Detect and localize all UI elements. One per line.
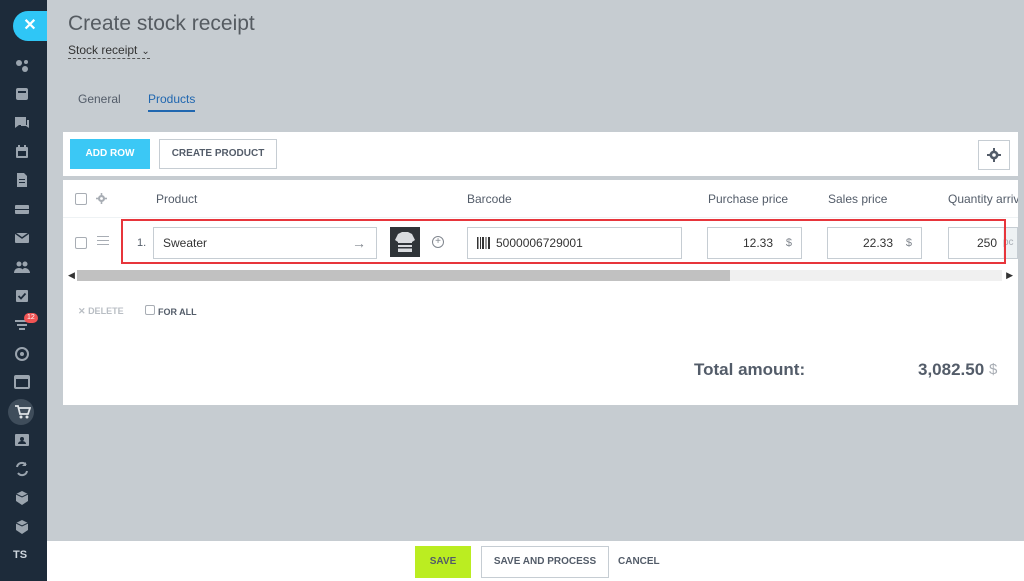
tab-products[interactable]: Products: [148, 92, 195, 106]
close-icon[interactable]: ✕: [13, 11, 47, 41]
box-icon[interactable]: [13, 489, 31, 507]
doc-type-selector[interactable]: Stock receipt ⌄: [68, 43, 150, 59]
target-icon[interactable]: [13, 345, 31, 363]
header-sales-price[interactable]: Sales price: [828, 192, 887, 206]
delete-label: DELETE: [88, 306, 124, 316]
drive-icon[interactable]: [13, 200, 31, 218]
for-all-checkbox[interactable]: [145, 305, 155, 315]
header-product[interactable]: Product: [156, 192, 197, 206]
chevron-down-icon: ⌄: [141, 46, 150, 57]
user-avatar[interactable]: TS: [13, 549, 27, 561]
left-sidebar: ✕ 12 TS: [0, 0, 47, 581]
create-product-button[interactable]: CREATE PRODUCT: [159, 139, 277, 169]
product-toolbar: ADD ROW CREATE PRODUCT: [63, 132, 1018, 176]
save-button[interactable]: SAVE: [415, 546, 471, 578]
save-and-process-button[interactable]: SAVE AND PROCESS: [481, 546, 609, 578]
box-icon[interactable]: [13, 518, 31, 536]
doc-type-label: Stock receipt: [68, 43, 138, 57]
page-title: Create stock receipt: [68, 12, 255, 35]
total-currency: $: [989, 361, 998, 378]
tab-general[interactable]: General: [78, 92, 121, 106]
total-amount-value: 3,082.50: [918, 360, 985, 379]
header-purchase-price[interactable]: Purchase price: [708, 192, 788, 206]
tasks-icon[interactable]: [13, 287, 31, 305]
cancel-button[interactable]: CANCEL: [618, 556, 660, 567]
contact-card-icon[interactable]: [13, 431, 31, 449]
for-all-label: FOR ALL: [158, 307, 197, 317]
row-checkbox[interactable]: [75, 237, 87, 249]
settings-button[interactable]: [978, 140, 1010, 170]
grid-header: Product Barcode Purchase price Sales pri…: [63, 180, 1018, 218]
total-amount-label: Total amount:: [694, 360, 806, 379]
scroll-thumb[interactable]: [77, 270, 730, 281]
sync-icon[interactable]: [13, 460, 31, 478]
calendar-icon[interactable]: [13, 143, 31, 161]
action-bar: SAVE SAVE AND PROCESS CANCEL: [47, 541, 1024, 581]
tab-active-underline: [148, 110, 195, 112]
document-icon[interactable]: [13, 171, 31, 189]
window-icon[interactable]: [13, 373, 31, 391]
gear-icon: [987, 148, 1001, 162]
column-settings-icon[interactable]: [96, 193, 107, 204]
header-quantity[interactable]: Quantity arrive: [948, 192, 1018, 206]
delete-button[interactable]: ✕ DELETE: [78, 306, 124, 317]
mail-icon[interactable]: [13, 229, 31, 247]
feed-icon[interactable]: [13, 85, 31, 103]
header-barcode[interactable]: Barcode: [467, 192, 512, 206]
add-row-button[interactable]: ADD ROW: [70, 139, 150, 169]
notification-badge: 12: [24, 313, 38, 323]
select-all-checkbox[interactable]: [75, 193, 87, 205]
row-drag-handle-icon[interactable]: [97, 236, 109, 248]
product-grid: Product Barcode Purchase price Sales pri…: [63, 180, 1018, 405]
horizontal-scrollbar[interactable]: ◀ ▶: [63, 267, 1018, 285]
scroll-right-arrow-icon[interactable]: ▶: [1006, 270, 1013, 281]
activity-icon[interactable]: [13, 57, 31, 75]
chat-icon[interactable]: [13, 114, 31, 132]
users-icon[interactable]: [13, 258, 31, 276]
row-highlight-annotation: [121, 219, 1006, 264]
close-icon: ✕: [78, 306, 86, 316]
scroll-left-arrow-icon[interactable]: ◀: [68, 270, 75, 281]
cart-icon[interactable]: [13, 403, 31, 421]
